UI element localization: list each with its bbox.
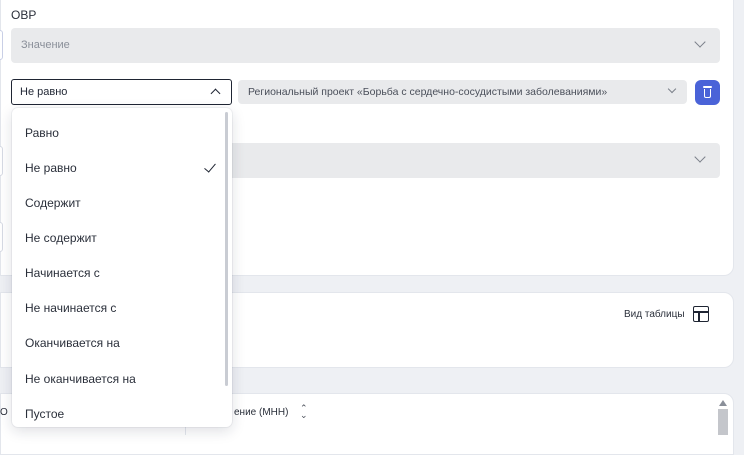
scroll-thumb[interactable] bbox=[718, 409, 728, 435]
sort-icon[interactable]: ⌃ ⌄ bbox=[300, 404, 308, 420]
scroll-up-arrow-icon[interactable] bbox=[719, 400, 727, 406]
condition-select[interactable]: Не равно bbox=[11, 79, 232, 105]
option-equals[interactable]: Равно bbox=[25, 126, 59, 140]
condition-selected-value: Не равно bbox=[20, 86, 68, 98]
option-starts-with[interactable]: Начинается с bbox=[25, 266, 100, 280]
option-ends-with[interactable]: Оканчивается на bbox=[25, 336, 120, 350]
second-value-select[interactable] bbox=[232, 143, 720, 178]
table-layout-icon[interactable] bbox=[693, 306, 709, 322]
left-edge-control bbox=[0, 222, 3, 252]
value-select[interactable]: Значение bbox=[11, 28, 720, 63]
chevron-up-icon bbox=[210, 88, 221, 99]
trash-icon-body bbox=[704, 89, 711, 98]
value-placeholder: Значение bbox=[21, 39, 70, 51]
left-edge-control bbox=[0, 30, 3, 60]
check-icon bbox=[204, 160, 216, 173]
option-empty[interactable]: Пустое bbox=[25, 407, 64, 421]
filter-label: ОВР bbox=[11, 8, 37, 22]
left-edge-control bbox=[0, 146, 3, 176]
column-header-fragment: О bbox=[0, 407, 8, 418]
trash-icon bbox=[703, 86, 712, 88]
option-not-contains[interactable]: Не содержит bbox=[25, 231, 97, 245]
condition-dropdown-menu: Равно Не равно Содержит Не содержит Начи… bbox=[12, 108, 232, 427]
chevron-down-icon bbox=[694, 36, 706, 48]
chevron-down-icon bbox=[667, 84, 677, 94]
option-not-starts-with[interactable]: Не начинается с bbox=[25, 301, 116, 315]
project-select[interactable]: Региональный проект «Борьба с сердечно-с… bbox=[238, 80, 687, 104]
option-contains[interactable]: Содержит bbox=[25, 196, 81, 210]
chevron-down-icon bbox=[694, 151, 706, 163]
option-not-ends-with[interactable]: Не оканчивается на bbox=[25, 372, 136, 386]
option-not-equals[interactable]: Не равно bbox=[25, 161, 77, 175]
dropdown-scrollbar[interactable] bbox=[225, 112, 228, 386]
column-header-name[interactable]: ение (МНН) bbox=[234, 407, 288, 418]
delete-filter-button[interactable] bbox=[695, 80, 720, 105]
project-selected-value: Региональный проект «Борьба с сердечно-с… bbox=[248, 86, 608, 98]
table-view-label[interactable]: Вид таблицы bbox=[624, 309, 685, 320]
